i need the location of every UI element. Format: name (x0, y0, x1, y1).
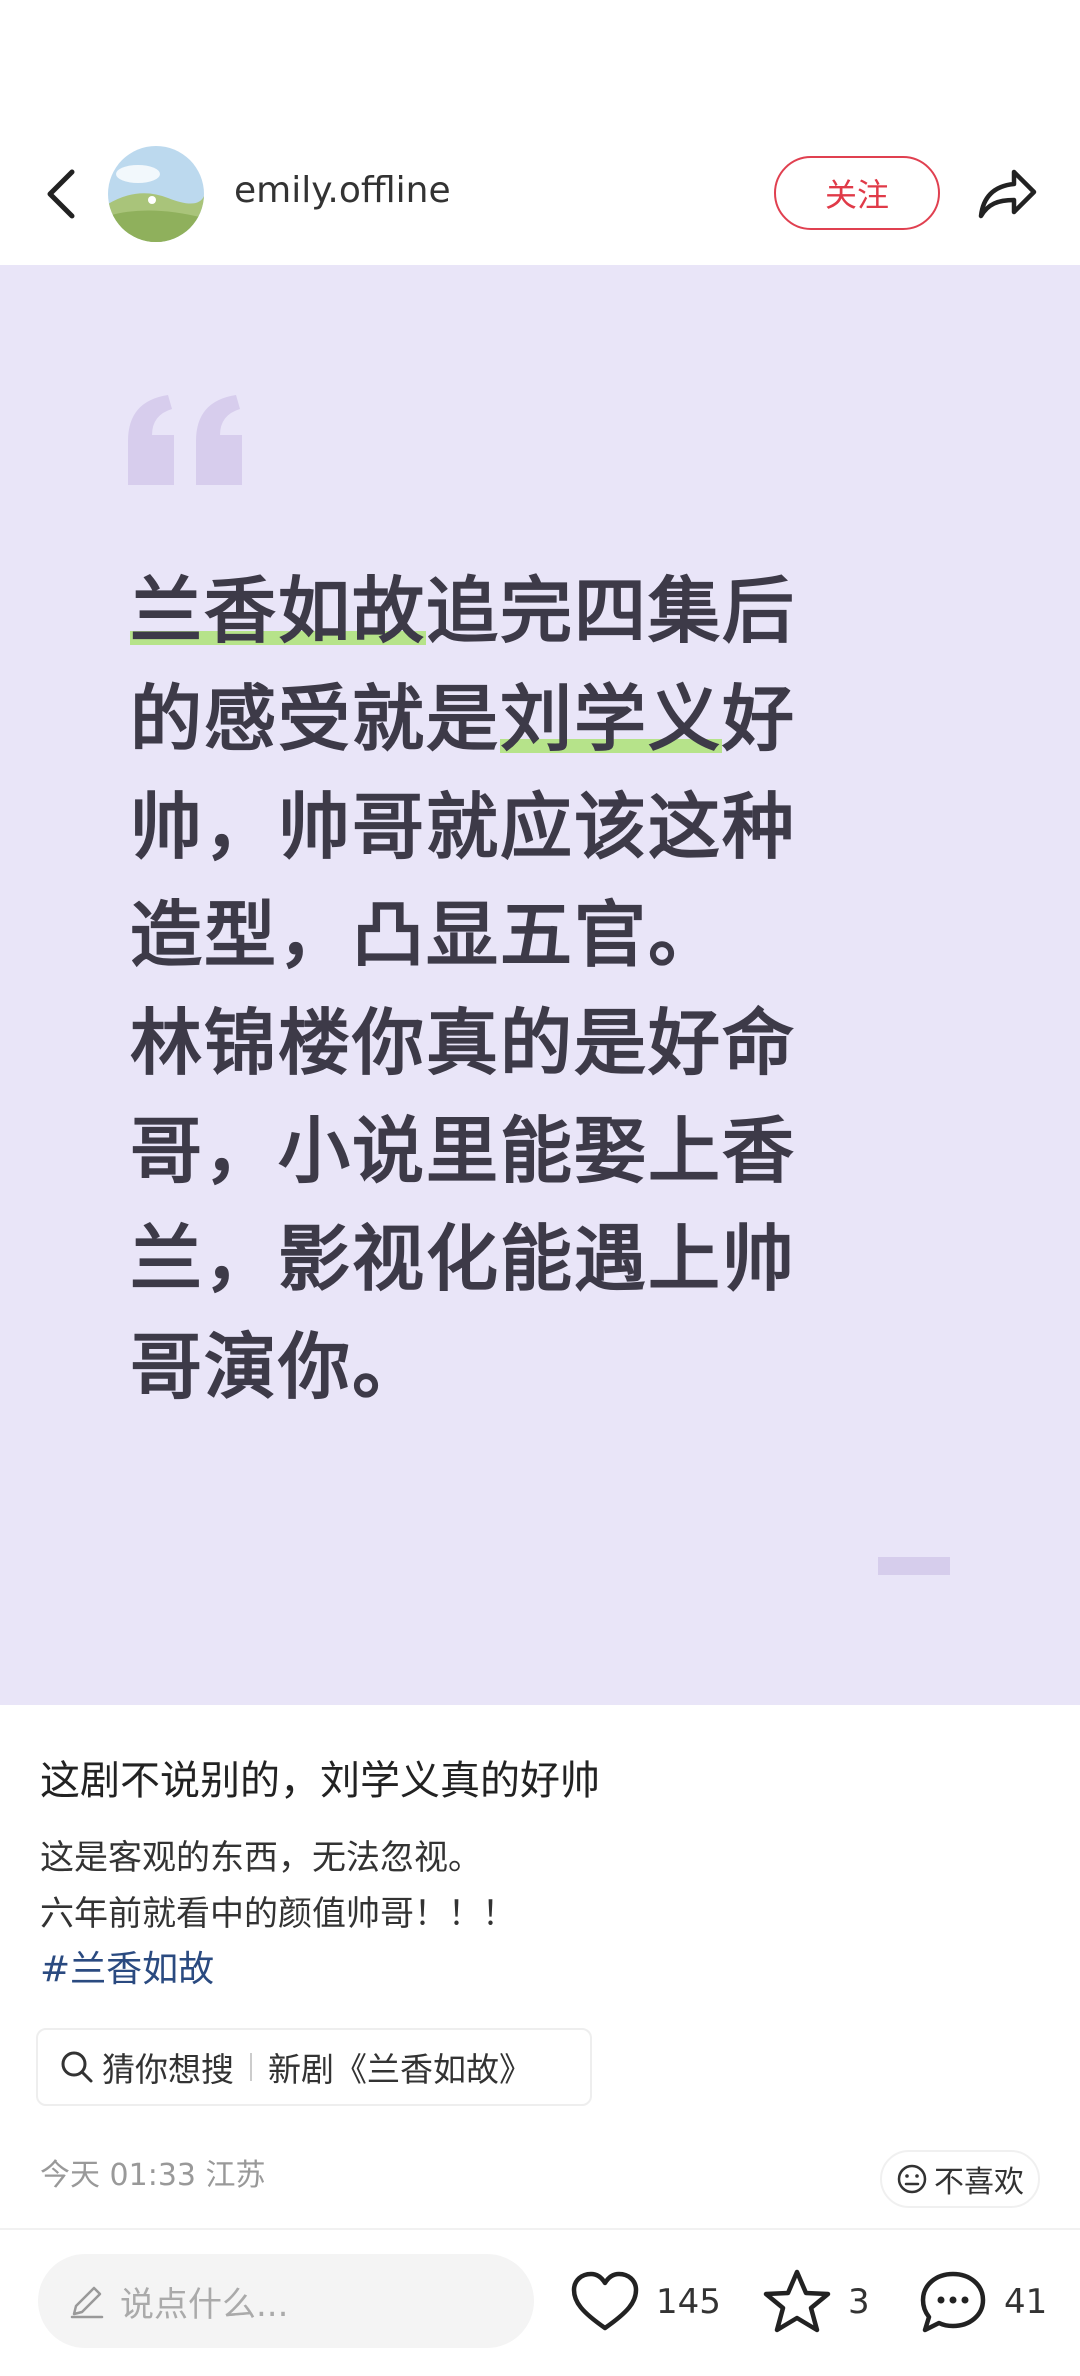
search-icon (60, 2050, 94, 2084)
heart-icon (571, 2271, 639, 2331)
quote-line: 哥，小说里能娶上香 (130, 1109, 797, 1193)
post-page: emily.offline 关注 兰香如故追完四集后 的感受就是刘学义好 帅，帅… (0, 0, 1080, 2376)
quote-text: 兰香如故追完四集后 的感受就是刘学义好 帅，帅哥就应该这种 造型，凸显五官。 林… (130, 557, 850, 1421)
quote-segment: 的感受就是 (130, 677, 501, 761)
comment-placeholder: 说点什么... (120, 2284, 289, 2325)
favorite-count: 3 (848, 2282, 870, 2322)
quote-line: 林锦楼你真的是好命 (130, 1001, 797, 1085)
star-icon (763, 2269, 831, 2333)
search-suggest-prefix: 猜你想搜 (102, 2050, 234, 2089)
like-button[interactable]: 145 (570, 2264, 721, 2340)
top-bar: emily.offline 关注 (0, 130, 1080, 258)
like-count: 145 (656, 2282, 721, 2322)
dislike-label: 不喜欢 (934, 2165, 1024, 2200)
quote-line: 的感受就是刘学义好 (130, 665, 850, 773)
quote-line: 造型，凸显五官。 (130, 893, 723, 977)
highlighted-term: 刘学义 (500, 677, 723, 761)
quote-line: 帅，帅哥就应该这种 (130, 785, 797, 869)
divider (0, 2228, 1080, 2230)
back-button[interactable] (30, 162, 90, 226)
comment-bubble-icon (920, 2271, 986, 2333)
search-suggestion[interactable]: 猜你想搜 新剧《兰香如故》 (36, 2028, 592, 2106)
username[interactable]: emily.offline (234, 170, 451, 211)
quote-line: 兰香如故追完四集后 (130, 557, 850, 665)
share-icon (978, 169, 1037, 219)
quote-line: 哥演你。 (130, 1325, 427, 1409)
post-title: 这剧不说别的，刘学义真的好帅 (40, 1758, 600, 1804)
comment-count: 41 (1004, 2282, 1048, 2322)
neutral-face-icon (897, 2164, 927, 2194)
favorite-button[interactable]: 3 (762, 2264, 870, 2340)
quote-mark-icon (124, 393, 248, 493)
chevron-left-icon (47, 169, 75, 219)
follow-button[interactable]: 关注 (774, 156, 940, 230)
quote-card-image[interactable]: 兰香如故追完四集后 的感受就是刘学义好 帅，帅哥就应该这种 造型，凸显五官。 林… (0, 265, 1080, 1705)
highlighted-term: 兰香如故 (130, 569, 427, 653)
comment-input[interactable]: 说点什么... (38, 2254, 534, 2348)
decorative-dash (878, 1557, 950, 1575)
avatar[interactable] (108, 146, 204, 242)
quote-segment: 追完四集后 (426, 569, 797, 653)
post-body-line: 这是客观的东西，无法忽视。 (40, 1838, 482, 1878)
comment-button[interactable]: 41 (918, 2264, 1047, 2340)
post-meta: 今天 01:33 江苏 (40, 2158, 266, 2193)
post-body-line: 六年前就看中的颜值帅哥！！！ (40, 1894, 516, 1934)
quote-line: 兰，影视化能遇上帅 (130, 1217, 797, 1301)
dislike-button[interactable]: 不喜欢 (880, 2150, 1040, 2208)
hashtag-link[interactable]: #兰香如故 (40, 1940, 214, 1992)
avatar-image (108, 146, 204, 242)
divider (250, 2053, 252, 2081)
search-suggest-query: 新剧《兰香如故》 (268, 2050, 532, 2089)
share-button[interactable] (968, 158, 1048, 230)
quote-segment: 好 (722, 677, 797, 761)
pencil-icon (70, 2286, 104, 2319)
